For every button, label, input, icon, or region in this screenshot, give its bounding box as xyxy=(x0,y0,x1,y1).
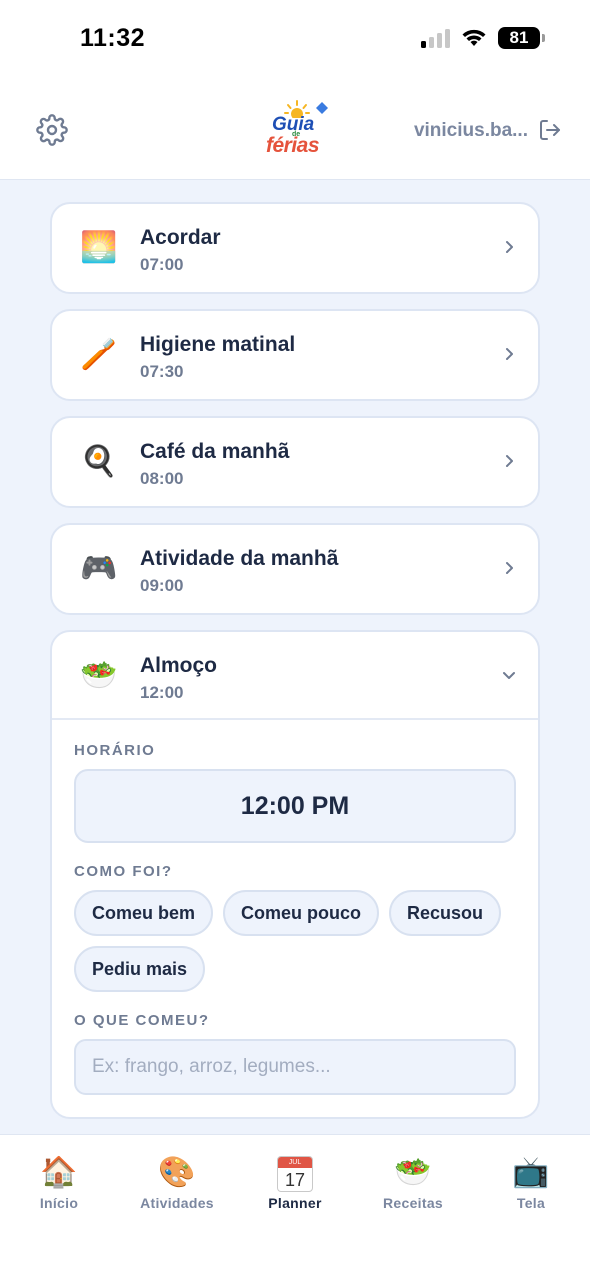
routine-card-cafe[interactable]: 🍳 Café da manhã 08:00 xyxy=(50,416,540,508)
o-que-comeu-label: O QUE COMEU? xyxy=(74,1012,210,1029)
chevron-right-icon xyxy=(506,348,513,360)
battery-level: 81 xyxy=(509,28,529,47)
nav-label: Tela xyxy=(516,1195,546,1211)
battery-indicator: 81 xyxy=(498,27,545,49)
routine-title: Atividade da manhã xyxy=(140,547,339,570)
option-comeu-pouco[interactable]: Comeu pouco xyxy=(223,890,380,936)
nav-item-inicio[interactable]: 🏠 Início xyxy=(9,1153,109,1211)
routine-time: 12:00 xyxy=(140,683,184,702)
routine-card-header[interactable]: 🍳 Café da manhã 08:00 xyxy=(52,418,538,506)
routine-title: Acordar xyxy=(140,226,221,249)
routine-title: Higiene matinal xyxy=(140,333,296,356)
app-header: Guia de férias vinicius.ba... xyxy=(0,80,590,180)
house-icon: 🏠 xyxy=(40,1156,78,1189)
status-bar: 11:32 81 xyxy=(0,0,590,80)
chevron-right-icon xyxy=(506,455,513,467)
nav-label: Início xyxy=(39,1195,79,1211)
nav-label: Receitas xyxy=(383,1195,443,1211)
routine-title: Almoço xyxy=(140,654,218,677)
logo-text-ferias: férias xyxy=(266,134,320,157)
routine-time: 09:00 xyxy=(140,576,184,595)
option-comeu-bem[interactable]: Comeu bem xyxy=(74,890,214,936)
routine-card-acordar[interactable]: 🌅 Acordar 07:00 xyxy=(50,202,540,294)
game-controller-icon: 🎮 xyxy=(80,552,118,585)
chevron-down-icon xyxy=(503,672,515,679)
routine-card-header[interactable]: 🪥 Higiene matinal 07:30 xyxy=(52,311,538,399)
logout-icon[interactable] xyxy=(538,118,562,142)
o-que-comeu-input[interactable] xyxy=(74,1039,516,1095)
horario-label: HORÁRIO xyxy=(74,742,156,759)
nav-label: Planner xyxy=(268,1195,322,1211)
kite-icon xyxy=(316,102,328,114)
option-pediu-mais[interactable]: Pediu mais xyxy=(74,946,206,992)
calendar-icon: JUL 17 xyxy=(245,1153,345,1193)
settings-gear-icon[interactable] xyxy=(36,114,68,146)
salad-icon: 🥗 xyxy=(80,659,118,692)
nav-item-planner[interactable]: JUL 17 Planner xyxy=(245,1153,345,1211)
user-name[interactable]: vinicius.ba... xyxy=(414,120,528,142)
routine-title: Café da manhã xyxy=(140,440,290,463)
status-icons: 81 xyxy=(421,27,545,49)
nav-item-tela[interactable]: 📺 Tela xyxy=(481,1153,581,1211)
app-logo: Guia de férias xyxy=(262,100,332,158)
routine-time: 07:30 xyxy=(140,362,184,381)
routine-list: 🌅 Acordar 07:00 🪥 Higiene matinal 07:30 … xyxy=(50,202,540,1189)
calendar-month: JUL xyxy=(278,1157,312,1169)
calendar-day: 17 xyxy=(284,1170,306,1191)
routine-card-header[interactable]: 🎮 Atividade da manhã 09:00 xyxy=(52,525,538,613)
wifi-icon xyxy=(462,29,486,46)
routine-time: 08:00 xyxy=(140,469,184,488)
bottom-nav: 🏠 Início 🎨 Atividades JUL 17 Planner 🥗 R… xyxy=(0,1134,590,1280)
television-icon: 📺 xyxy=(512,1156,550,1189)
routine-card-higiene[interactable]: 🪥 Higiene matinal 07:30 xyxy=(50,309,540,401)
routine-card-header[interactable]: 🥗 Almoço 12:00 xyxy=(52,632,538,720)
routine-card-header[interactable]: 🌅 Acordar 07:00 xyxy=(52,204,538,292)
routine-card-almoco: 🥗 Almoço 12:00 HORÁRIO 12:00 PM COMO FOI… xyxy=(50,630,540,1119)
status-time: 11:32 xyxy=(80,24,146,52)
nav-item-atividades[interactable]: 🎨 Atividades xyxy=(127,1153,227,1211)
lunch-details: HORÁRIO 12:00 PM COMO FOI? Comeu bem Com… xyxy=(52,720,538,1117)
chevron-right-icon xyxy=(506,241,513,253)
como-foi-label: COMO FOI? xyxy=(74,863,173,880)
routine-time: 07:00 xyxy=(140,255,184,274)
salad-icon: 🥗 xyxy=(394,1156,432,1189)
cellular-signal-icon xyxy=(421,28,450,48)
toothbrush-icon: 🪥 xyxy=(80,338,118,371)
frying-pan-egg-icon: 🍳 xyxy=(80,445,118,478)
nav-item-receitas[interactable]: 🥗 Receitas xyxy=(363,1153,463,1211)
option-recusou[interactable]: Recusou xyxy=(389,890,502,936)
chevron-right-icon xyxy=(506,562,513,574)
time-picker[interactable]: 12:00 PM xyxy=(74,769,516,843)
nav-label: Atividades xyxy=(140,1195,214,1211)
palette-icon: 🎨 xyxy=(158,1156,196,1189)
routine-card-atividade[interactable]: 🎮 Atividade da manhã 09:00 xyxy=(50,523,540,615)
meal-outcome-options: Comeu bem Comeu pouco Recusou Pediu mais xyxy=(74,890,516,992)
sunrise-icon: 🌅 xyxy=(80,231,118,264)
